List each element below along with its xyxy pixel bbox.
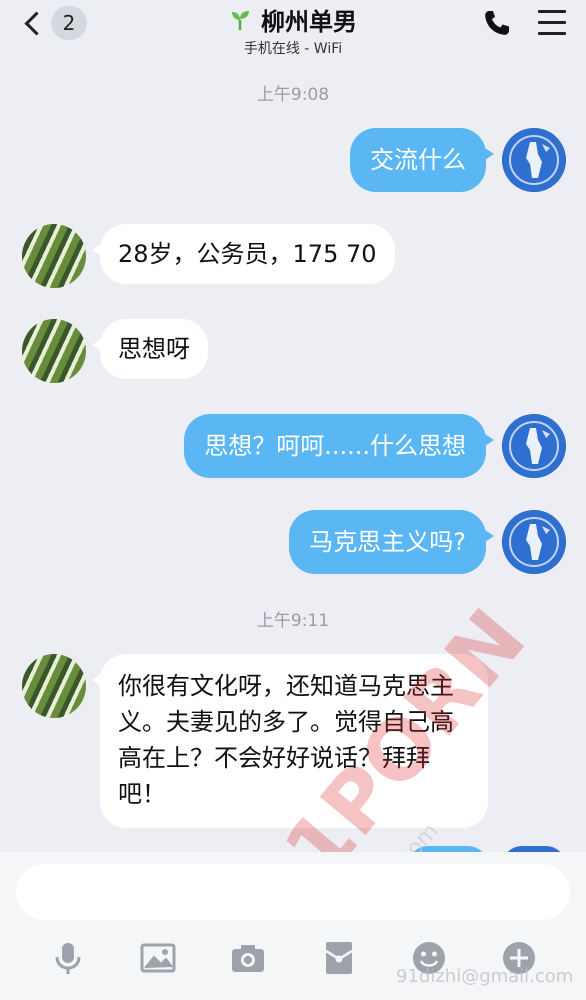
timestamp: 上午9:11 bbox=[256, 611, 330, 631]
mic-icon[interactable] bbox=[50, 940, 86, 976]
self-avatar-image bbox=[502, 128, 566, 192]
contact-avatar[interactable] bbox=[22, 224, 86, 288]
plus-icon[interactable] bbox=[501, 940, 537, 976]
self-avatar-image bbox=[502, 510, 566, 574]
message-input[interactable] bbox=[16, 864, 570, 920]
message-bubble-outgoing[interactable]: 思想？呵呵......什么思想 bbox=[184, 414, 494, 478]
timestamp: 上午9:08 bbox=[256, 85, 330, 105]
self-avatar-image bbox=[502, 414, 566, 478]
message-bubble-outgoing[interactable]: 交流什么 bbox=[350, 128, 494, 192]
sprout-icon bbox=[232, 10, 249, 30]
contact-avatar[interactable] bbox=[22, 319, 86, 383]
self-avatar[interactable] bbox=[502, 128, 566, 192]
message-bubble-incoming[interactable]: 思想呀 bbox=[92, 319, 208, 379]
message-bubble-outgoing[interactable]: 马克思主义吗? bbox=[289, 510, 494, 574]
emoji-icon[interactable] bbox=[411, 940, 447, 976]
input-area bbox=[0, 852, 586, 1000]
chat-header: 2 柳州单男 手机在线 - WiFi bbox=[0, 0, 586, 58]
self-avatar[interactable] bbox=[502, 510, 566, 574]
chat-title: 柳州单男 bbox=[261, 8, 357, 36]
contact-avatar[interactable] bbox=[22, 654, 86, 718]
message-bubble-incoming[interactable]: 你很有文化呀，还知道马克思主义。夫妻见的多了。觉得自己高高在上？不会好好说话？拜… bbox=[92, 654, 488, 828]
phone-icon[interactable] bbox=[482, 8, 512, 38]
menu-icon[interactable] bbox=[538, 10, 566, 36]
self-avatar[interactable] bbox=[502, 414, 566, 478]
camera-icon[interactable] bbox=[230, 940, 266, 976]
image-icon[interactable] bbox=[140, 940, 176, 976]
online-status: 手机在线 - WiFi bbox=[243, 41, 343, 57]
message-bubble-incoming[interactable]: 28岁，公务员，175 70 bbox=[92, 224, 395, 284]
red-packet-icon[interactable] bbox=[321, 940, 357, 976]
